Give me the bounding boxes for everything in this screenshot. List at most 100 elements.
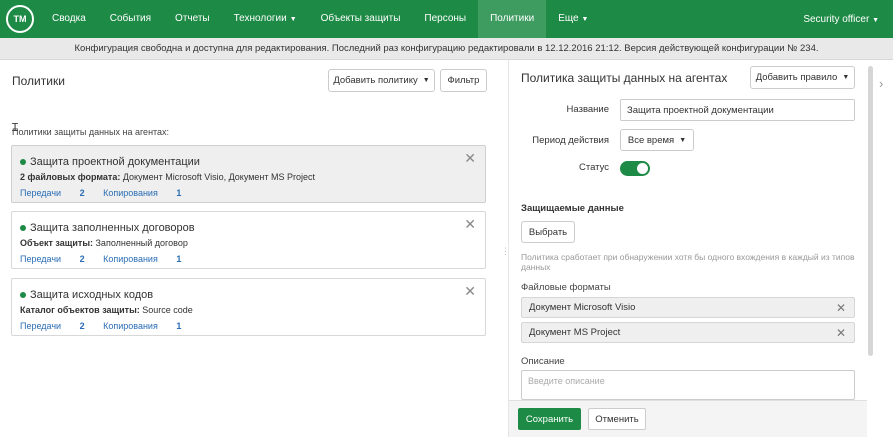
file-format-name: Документ MS Project [529, 327, 621, 338]
nav-item-label: Технологии [233, 13, 287, 24]
description-field[interactable]: Введите описание [521, 370, 855, 400]
policy-links: Передачи 2 Копирования 1 [20, 188, 197, 198]
transfers-label: Передачи [20, 188, 62, 198]
copies-link[interactable]: Копирования 1 [103, 321, 181, 331]
logo-icon: TM [6, 5, 34, 33]
details-label: 2 файловых формата: [20, 172, 121, 182]
nav-item-label: Отчеты [175, 13, 210, 24]
transfers-label: Передачи [20, 321, 62, 331]
chevron-right-icon[interactable]: › [879, 76, 883, 91]
scrollbar[interactable] [868, 66, 873, 356]
status-dot-icon [20, 292, 26, 298]
details-label: Каталог объектов защиты: [20, 305, 140, 315]
policy-details: Каталог объектов защиты: Source code [20, 305, 193, 315]
file-format-chip: Документ Microsoft Visio ✕ [521, 297, 855, 318]
nav-item-summary[interactable]: Сводка [40, 0, 98, 38]
details-value: Source code [139, 305, 193, 315]
transfers-count: 2 [79, 188, 85, 198]
policy-details: Объект защиты: Заполненный договор [20, 238, 188, 248]
nav-item-more[interactable]: Еще ▼ [546, 0, 600, 38]
nav-item-policies[interactable]: Политики [478, 0, 547, 38]
transfers-label: Передачи [20, 254, 62, 264]
save-button[interactable]: Сохранить [518, 408, 581, 430]
user-menu[interactable]: Security officer ▼ [803, 14, 893, 25]
nav-item-technologies[interactable]: Технологии ▼ [222, 0, 309, 38]
close-icon[interactable]: ✕ [464, 216, 476, 233]
file-formats-label: Файловые форматы [521, 282, 611, 293]
nav-item-persons[interactable]: Персоны [412, 0, 478, 38]
nav-item-protected-objects[interactable]: Объекты защиты [309, 0, 413, 38]
logo[interactable]: TM [0, 0, 40, 38]
nav-item-label: Еще [558, 13, 579, 24]
policy-title: Защита проектной документации [20, 156, 200, 168]
close-icon[interactable]: ✕ [464, 150, 476, 167]
protected-data-title: Защищаемые данные [521, 203, 624, 214]
policy-links: Передачи 2 Копирования 1 [20, 321, 197, 331]
period-value: Все время [627, 134, 675, 146]
choose-button[interactable]: Выбрать [521, 221, 575, 243]
caret-down-icon: ▼ [289, 16, 297, 23]
copies-count: 1 [176, 321, 182, 331]
policy-links: Передачи 2 Копирования 1 [20, 254, 197, 264]
nav-item-reports[interactable]: Отчеты [163, 0, 222, 38]
nav-item-events[interactable]: События [98, 0, 163, 38]
status-dot-icon [20, 159, 26, 165]
name-field[interactable]: Защита проектной документации [620, 99, 855, 121]
transfers-link[interactable]: Передачи 2 [20, 321, 85, 331]
status-dot-icon [20, 225, 26, 231]
editor-footer: Сохранить Отменить [509, 400, 867, 437]
file-format-name: Документ Microsoft Visio [529, 302, 636, 313]
name-label: Название [566, 104, 609, 115]
policy-card[interactable]: Защита заполненных договоров ✕ Объект за… [11, 211, 486, 269]
config-info-bar: Конфигурация свободна и доступна для ред… [0, 38, 893, 60]
caret-down-icon: ▼ [422, 77, 430, 84]
caret-down-icon: ▼ [842, 74, 850, 81]
copies-label: Копирования [103, 188, 158, 198]
nav-item-label: События [109, 13, 152, 24]
policy-card[interactable]: Защита проектной документации ✕ 2 файлов… [11, 145, 486, 203]
transfers-count: 2 [79, 254, 85, 264]
policy-name: Защита исходных кодов [30, 289, 154, 301]
policy-card[interactable]: Защита исходных кодов ✕ Каталог объектов… [11, 278, 486, 336]
top-navigation: TM Сводка События Отчеты Технологии ▼ Объ… [0, 0, 893, 38]
user-name: Security officer [803, 13, 870, 25]
nav-item-label: Сводка [52, 13, 86, 24]
policy-editor-panel: Политика защиты данных на агентах Добави… [508, 60, 867, 437]
caret-down-icon: ▼ [679, 136, 687, 144]
period-label: Период действия [532, 135, 609, 146]
policy-group-label: Политики защиты данных на агентах: [12, 127, 170, 137]
policy-name: Защита заполненных договоров [30, 222, 195, 234]
copies-link[interactable]: Копирования 1 [103, 254, 181, 264]
copies-label: Копирования [103, 321, 158, 331]
remove-icon[interactable]: ✕ [836, 326, 846, 340]
policy-title: Защита заполненных договоров [20, 222, 195, 234]
policy-hint: Политика сработает при обнаружении хотя … [521, 252, 855, 272]
caret-down-icon: ▼ [581, 16, 589, 23]
copies-count: 1 [176, 254, 182, 264]
transfers-link[interactable]: Передачи 2 [20, 254, 85, 264]
details-label: Объект защиты: [20, 238, 93, 248]
policy-details: 2 файловых формата: Документ Microsoft V… [20, 172, 315, 182]
caret-down-icon: ▼ [872, 16, 879, 24]
status-label: Статус [578, 162, 609, 173]
description-label: Описание [521, 356, 565, 367]
add-policy-button[interactable]: Добавить политику ▼ [328, 69, 435, 92]
toggle-knob [637, 163, 648, 174]
copies-label: Копирования [103, 254, 158, 264]
editor-title: Политика защиты данных на агентах [521, 71, 728, 85]
nav-item-label: Персоны [424, 13, 467, 24]
transfers-link[interactable]: Передачи 2 [20, 188, 85, 198]
period-select[interactable]: Все время ▼ [620, 129, 694, 151]
close-icon[interactable]: ✕ [464, 283, 476, 300]
nav-item-label: Политики [490, 13, 535, 24]
remove-icon[interactable]: ✕ [836, 301, 846, 315]
add-policy-label: Добавить политику [333, 75, 418, 86]
status-toggle[interactable] [620, 161, 650, 176]
copies-link[interactable]: Копирования 1 [103, 188, 181, 198]
copies-count: 1 [176, 188, 182, 198]
filter-button[interactable]: Фильтр [440, 69, 487, 92]
policy-title: Защита исходных кодов [20, 289, 153, 301]
cancel-button[interactable]: Отменить [588, 408, 646, 430]
transfers-count: 2 [79, 321, 85, 331]
add-rule-button[interactable]: Добавить правило ▼ [750, 66, 855, 89]
